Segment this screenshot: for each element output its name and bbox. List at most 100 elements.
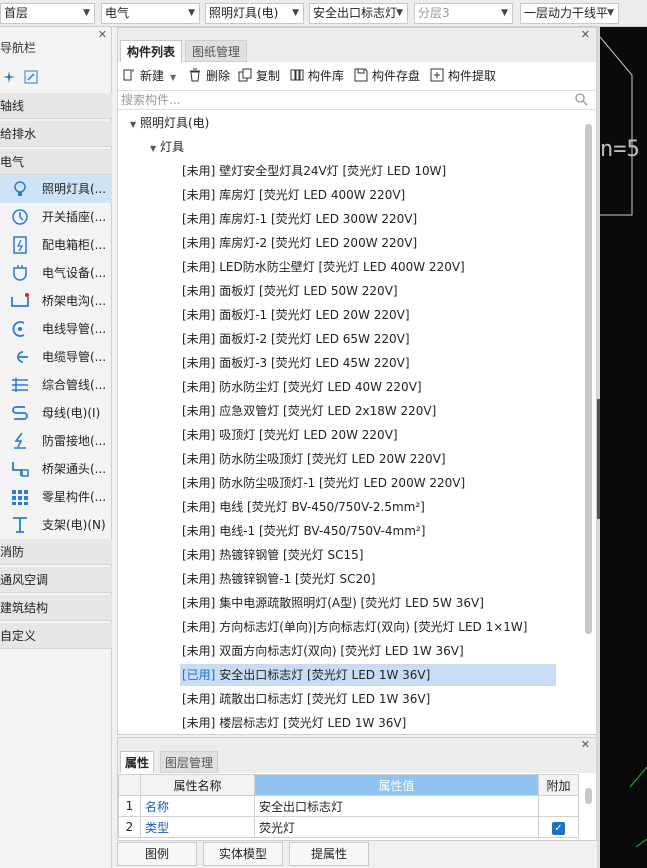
tree-item[interactable]: [未用] 电线-1 [荧光灯 BV-450/750V-4mm²] (180, 520, 556, 542)
nav-item-pipeline[interactable]: 综合管线(... (0, 371, 112, 399)
drawing-canvas[interactable]: n=5 (600, 27, 647, 868)
solid-model-button[interactable]: 实体模型 (203, 842, 283, 866)
tree-item[interactable]: [未用] 面板灯-3 [荧光灯 LED 45W 220V] (180, 352, 556, 374)
nav-category-axis[interactable]: 轴线 (0, 93, 112, 119)
tree-item[interactable]: [未用] 库房灯 [荧光灯 LED 400W 220V] (180, 184, 556, 206)
property-value[interactable]: 安全出口标志灯 (254, 795, 539, 817)
chevron-down-icon: ▼ (83, 8, 90, 18)
layer-select[interactable]: 分层3 ▼ (414, 3, 513, 24)
electrical-device-icon (13, 265, 27, 281)
tree-item[interactable]: [未用] 应急双管灯 [荧光灯 LED 2x18W 220V] (180, 400, 556, 422)
component-library-button[interactable]: 构件库 (290, 67, 344, 85)
extract-properties-button[interactable]: 提属性 (289, 842, 369, 866)
nav-item-bracket[interactable]: 支架(电)(N) (0, 511, 112, 539)
chevron-down-icon: ▼ (607, 8, 614, 18)
grid-components-icon (12, 490, 28, 505)
search-icon[interactable] (575, 93, 588, 106)
extra-cell[interactable]: ✓ (538, 816, 579, 838)
checkbox-checked-icon[interactable]: ✓ (552, 821, 565, 835)
tree-item[interactable]: [未用] 防水防尘吸顶灯 [荧光灯 LED 20W 220V] (180, 448, 556, 470)
property-value[interactable]: 荧光灯 (254, 816, 539, 838)
bulb-icon (14, 181, 26, 196)
tree-item[interactable]: [未用] 防水防尘灯 [荧光灯 LED 40W 220V] (180, 376, 556, 398)
tree-item[interactable]: [未用] 楼层标志灯 [荧光灯 LED 1W 36V] (180, 712, 556, 732)
tree-item[interactable]: [未用] 防水防尘吸顶灯-1 [荧光灯 LED 200W 220V] (180, 472, 556, 494)
component-search-input[interactable]: 搜索构件... (118, 90, 596, 110)
drawing-select[interactable]: 一层动力干线平 ▼ (520, 3, 619, 24)
tree-item[interactable]: [未用] 方向标志灯(单向)|方向标志灯(双向) [荧光灯 LED 1×1W] (180, 616, 556, 638)
property-value-header: 属性值 (254, 774, 539, 796)
properties-table: 属性名称 属性值 附加 1 名称 安全出口标志灯 2 类型 荧光灯 ✓ (118, 774, 579, 838)
top-toolbar: 首层 ▼ 电气 ▼ 照明灯具(电) ▼ 安全出口标志灯 ▼ 分层3 ▼ 一层动力干线平 ▼ (0, 0, 647, 27)
component-select[interactable]: 安全出口标志灯 ▼ (309, 3, 408, 24)
nav-item-switch-socket[interactable]: 开关插座(... (0, 203, 112, 231)
nav-item-cable-tray[interactable]: 桥架电沟(... (0, 287, 112, 315)
component-tree: ▼ 照明灯具(电) ▼ 灯具 [未用] 壁灯安全型灯具24V灯 [荧光灯 LED 1… (118, 112, 588, 732)
tree-item[interactable]: [未用] 吸顶灯 [荧光灯 LED 20W 220V] (180, 424, 556, 446)
tree-item[interactable]: [未用] 壁灯安全型灯具24V灯 [荧光灯 LED 10W] (180, 160, 556, 182)
sparkle-icon[interactable] (2, 70, 16, 84)
tab-layer-management[interactable]: 图层管理 (160, 751, 219, 773)
tree-item[interactable]: [未用] 面板灯-1 [荧光灯 LED 20W 220V] (180, 304, 556, 326)
tree-node-root[interactable]: ▼ 照明灯具(电) (130, 112, 209, 134)
tree-item[interactable]: [未用] 面板灯 [荧光灯 LED 50W 220V] (180, 280, 556, 302)
tab-component-list[interactable]: 构件列表 (120, 40, 183, 62)
tree-item[interactable]: [未用] 电线 [荧光灯 BV-450/750V-2.5mm²] (180, 496, 556, 518)
close-icon[interactable]: ✕ (581, 28, 590, 41)
tab-drawing-management[interactable]: 图纸管理 (185, 40, 248, 62)
chevron-down-icon: ▼ (170, 73, 177, 82)
navigation-panel: ✕ 导航栏 轴线 给排水 电气 照明灯具(... 开关插座(... 配电箱柜(.… (0, 27, 112, 868)
tree-item[interactable]: [未用] LED防水防尘壁灯 [荧光灯 LED 400W 220V] (180, 256, 556, 278)
nav-item-busbar[interactable]: 母线(电)(I) (0, 399, 112, 427)
discipline-select[interactable]: 电气 ▼ (101, 3, 200, 24)
table-header-row: 属性名称 属性值 附加 (118, 774, 579, 796)
tab-properties[interactable]: 属性 (120, 751, 155, 773)
component-save-button[interactable]: 构件存盘 (354, 67, 420, 85)
tree-item[interactable]: [未用] 集中电源疏散照明灯(A型) [荧光灯 LED 5W 36V] (180, 592, 556, 614)
tree-item[interactable]: [未用] 面板灯-2 [荧光灯 LED 65W 220V] (180, 328, 556, 350)
delete-button[interactable]: 删除 (188, 67, 230, 85)
tree-item-selected[interactable]: [已用] 安全出口标志灯 [荧光灯 LED 1W 36V] (180, 664, 556, 686)
new-button[interactable]: 新建 ▼ (122, 67, 176, 85)
nav-item-wire-conduit[interactable]: 电线导管(... (0, 315, 112, 343)
table-row[interactable]: 1 名称 安全出口标志灯 (118, 795, 579, 817)
nav-item-cable-conduit[interactable]: 电缆导管(... (0, 343, 112, 371)
edit-icon[interactable] (24, 70, 38, 84)
component-type-select[interactable]: 照明灯具(电) ▼ (205, 3, 304, 24)
table-row[interactable]: 2 类型 荧光灯 ✓ (118, 816, 579, 838)
tree-item[interactable]: [未用] 库房灯-2 [荧光灯 LED 200W 220V] (180, 232, 556, 254)
close-icon[interactable]: ✕ (581, 738, 590, 751)
tree-item[interactable]: [未用] 双面方向标志灯(双向) [荧光灯 LED 1W 36V] (180, 640, 556, 662)
nav-category-hvac[interactable]: 通风空调 (0, 567, 112, 593)
copy-button[interactable]: 复制 (238, 67, 280, 85)
chevron-down-icon: ▼ (188, 8, 195, 18)
tree-node-group[interactable]: ▼ 灯具 (150, 136, 184, 158)
busbar-icon (12, 406, 28, 420)
tree-item[interactable]: [未用] 热镀锌钢管-1 [荧光灯 SC20] (180, 568, 556, 590)
close-icon[interactable]: ✕ (98, 28, 107, 41)
nav-category-custom[interactable]: 自定义 (0, 623, 112, 649)
caret-down-icon: ▼ (150, 144, 157, 153)
chevron-down-icon: ▼ (501, 8, 508, 18)
tree-item[interactable]: [未用] 热镀锌钢管 [荧光灯 SC15] (180, 544, 556, 566)
extra-cell[interactable] (538, 795, 579, 817)
component-extract-button[interactable]: 构件提取 (430, 67, 496, 85)
nav-item-distribution-box[interactable]: 配电箱柜(... (0, 231, 112, 259)
wire-conduit-icon (12, 321, 25, 337)
nav-category-electrical[interactable]: 电气 (0, 149, 112, 175)
nav-category-plumbing[interactable]: 给排水 (0, 121, 112, 147)
tree-item[interactable]: [未用] 库房灯-1 [荧光灯 LED 300W 220V] (180, 208, 556, 230)
nav-category-fire[interactable]: 消防 (0, 539, 112, 565)
floor-select[interactable]: 首层 ▼ (0, 3, 95, 24)
nav-item-lightning-ground[interactable]: 防雷接地(... (0, 427, 112, 455)
tree-scrollbar[interactable] (585, 124, 592, 634)
nav-item-tray-fitting[interactable]: 桥架通头(... (0, 455, 112, 483)
nav-item-electrical-device[interactable]: 电气设备(... (0, 259, 112, 287)
nav-category-structure[interactable]: 建筑结构 (0, 595, 112, 621)
copy-icon (238, 68, 252, 82)
nav-item-lighting[interactable]: 照明灯具(... (0, 175, 112, 203)
nav-item-misc-components[interactable]: 零星构件(... (0, 483, 112, 511)
legend-button[interactable]: 图例 (117, 842, 197, 866)
tree-item[interactable]: [未用] 疏散出口标志灯 [荧光灯 LED 1W 36V] (180, 688, 556, 710)
properties-scrollbar[interactable] (585, 788, 592, 804)
